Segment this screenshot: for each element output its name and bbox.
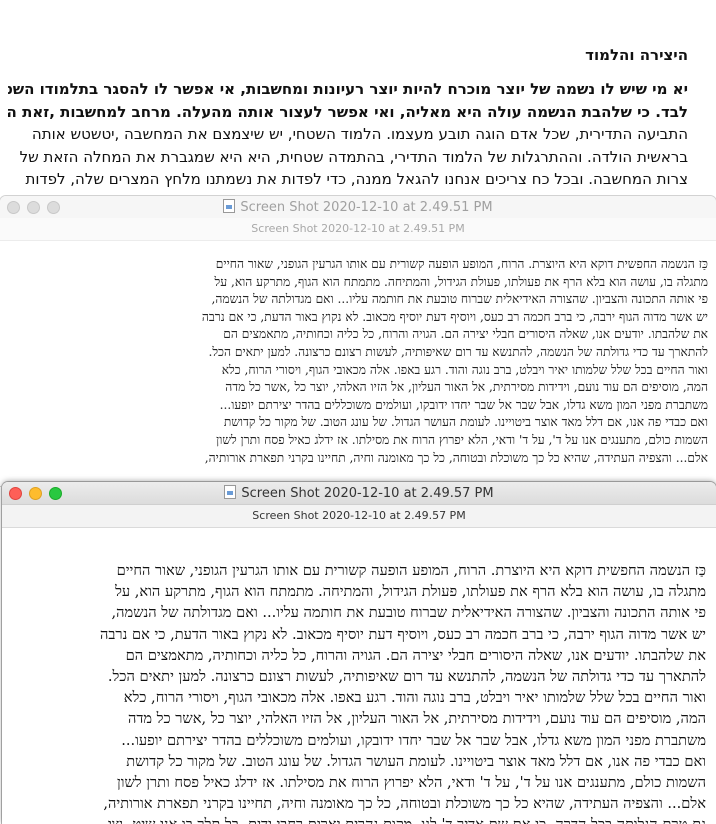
text-line: גם טרם הגלותה בכל הדרה. כי אם שם אדיר ד'…: [12, 814, 706, 824]
image-file-icon: [223, 199, 236, 213]
text-line: משתברת מפני המון משא גדלו, אבל שבר אל שב…: [219, 397, 708, 412]
text-line: להתארך עד כדי גדולתה של הנשמה, להתנשא עד…: [107, 668, 706, 686]
text-line: פי אותה התכונה והצביון. שהצורה האידיאלית…: [111, 604, 706, 622]
text-line: משתברת מפני המון משא גדלו, אבל שבר אל שב…: [121, 731, 706, 749]
text-line: המה, מוסיפים הם עוד נועם, וידידות מסירתי…: [127, 710, 706, 728]
preview-window-front[interactable]: Screen Shot 2020-12-10 at 2.49.57 PM Scr…: [2, 482, 716, 824]
text-line: ואם כבדי פה אנו, אם דלל מאד אוצר ביטויינ…: [126, 752, 706, 770]
text-line: יש אשר מדוה הגוף ירבה, כי ברב חכמה רב כע…: [201, 309, 708, 324]
background-document: היצירה והלמוד יא מי שיש לו נשמה של יוצר …: [0, 0, 716, 200]
text-line: מתגלה בו, עושה הוא בלא הרף את פעולתו, פע…: [115, 583, 706, 601]
text-line: כַּז הנשמה החפשית דוקא היא היוצרת. הרוח,…: [116, 562, 706, 579]
text-line: יש אשר מדוה הגוף ירבה, כי ברב חכמה רב כע…: [99, 625, 706, 643]
document-title-bar: Screen Shot 2020-12-10 at 2.49.51 PM: [0, 218, 716, 241]
image-text-content: כַּז הנשמה החפשית דוקא היא היוצרת. הרוח,…: [12, 560, 706, 824]
document-title-bar: Screen Shot 2020-12-10 at 2.49.57 PM: [2, 505, 716, 528]
window-titlebar[interactable]: Screen Shot 2020-12-10 at 2.49.57 PM: [2, 482, 716, 505]
text-line: אלם... והצפיה העתידה, שהיא כל כך משוכלת …: [103, 795, 706, 813]
text-line: ואור החיים בכל שלל שלמותו יאיר ויבלט, בר…: [123, 689, 706, 707]
document-heading: היצירה והלמוד: [585, 46, 688, 64]
document-line: צרות המחשבה. ובכל כח צריכים אנחנו להגאל …: [25, 170, 688, 188]
text-line: את שלהבתו. יודעים אנו, שאלה היסורים חבלי…: [125, 646, 706, 664]
window-title: Screen Shot 2020-12-10 at 2.49.57 PM: [2, 485, 716, 501]
text-line: את שלהבתו. יודעים אנו, שאלה היסורים חבלי…: [223, 327, 708, 342]
document-line: בראשית הולדה. וההתרגלות של הלמוד התדירי,…: [19, 147, 688, 166]
document-line: יא מי שיש לו נשמה של יוצר מוכרח להיות יו…: [8, 80, 688, 98]
text-line: מתגלה בו, עושה הוא בלא הרף את פעולתו, פע…: [214, 274, 709, 289]
image-text-content: כַּז הנשמה החפשית דוקא היא היוצרת. הרוח,…: [56, 256, 708, 467]
text-line: ואור החיים בכל שלל שלמותו יאיר ויבלט, בר…: [221, 362, 708, 377]
preview-window-back[interactable]: Screen Shot 2020-12-10 at 2.49.51 PM Scr…: [0, 196, 716, 486]
window-title: Screen Shot 2020-12-10 at 2.49.51 PM: [0, 199, 716, 215]
text-line: השמות כולם, מתענגים אנו על ד', על ד' ודא…: [117, 774, 706, 792]
document-line: התביעה התדירית, שכל אדם הוגה תובע מעצמו.…: [31, 125, 688, 143]
text-line: כַּז הנשמה החפשית דוקא היא היוצרת. הרוח,…: [215, 257, 708, 271]
text-line: להתארך עד כדי גדולתה של הנשמה, להתנשא עד…: [208, 344, 708, 359]
text-line: המה, מוסיפים הם עוד נועם, וידידות מסירתי…: [225, 380, 708, 395]
text-line: פי אותה התכונה והצביון. שהצורה האידיאלית…: [211, 292, 708, 307]
document-body: יא מי שיש לו נשמה של יוצר מוכרח להיות יו…: [8, 78, 688, 191]
image-file-icon: [224, 485, 237, 499]
text-line: אלם... והצפיה העתידה, שהיא כל כך משוכלת …: [204, 450, 708, 465]
text-line: ואם כבדי פה אנו, אם דלל מאד אוצר ביטויינ…: [223, 415, 708, 430]
text-line: השמות כולם, מתענגים אנו על ד', על ד' ודא…: [216, 432, 708, 447]
document-line: לבד. כי שלהבת הנשמה עולה היא מאליה, ואי …: [8, 102, 688, 121]
window-titlebar[interactable]: Screen Shot 2020-12-10 at 2.49.51 PM: [0, 196, 716, 218]
